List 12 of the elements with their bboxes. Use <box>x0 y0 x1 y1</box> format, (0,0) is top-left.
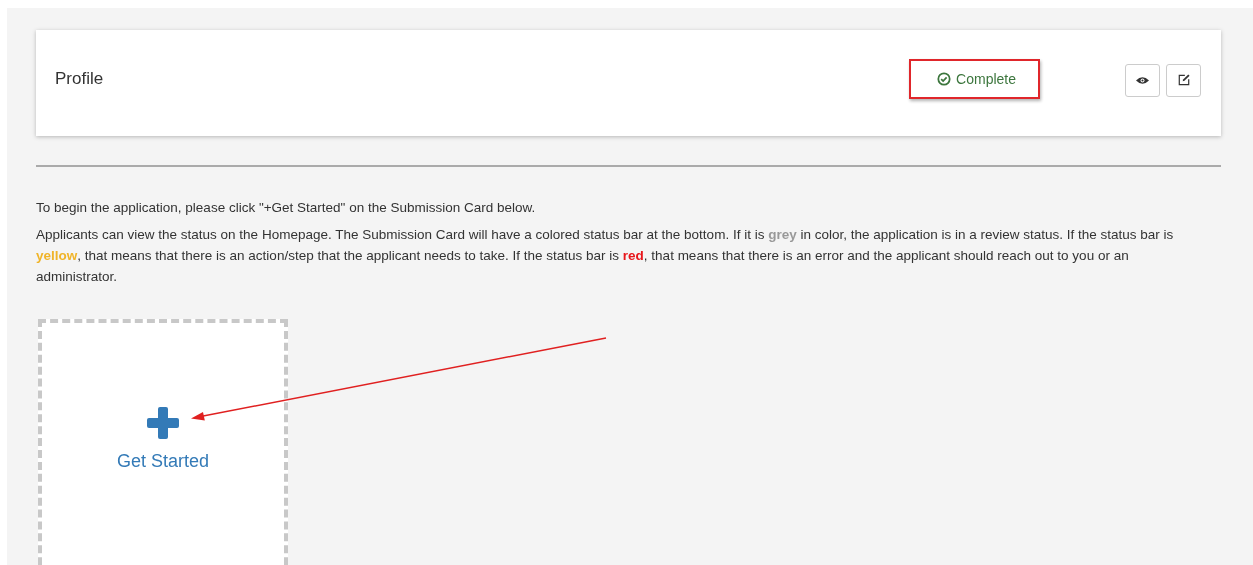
status-text: Complete <box>956 71 1016 87</box>
get-started-link[interactable]: Get Started <box>116 451 210 472</box>
edit-icon <box>1177 74 1190 86</box>
plus-icon <box>147 407 179 439</box>
submission-card[interactable]: Get Started <box>38 319 288 565</box>
profile-title: Profile <box>55 69 105 89</box>
instruction-text: To begin the application, please click "+Get Started" on the Submission Card below. <box>36 200 537 215</box>
check-circle-icon <box>937 72 952 86</box>
view-button[interactable] <box>1125 63 1160 97</box>
eye-icon <box>1136 75 1149 85</box>
status-help-text: Applicants can view the status on the Homepage. The Submission Card will have a colored status bar at the bottom. If it is grey in color, the application is in a review status. If the status bar is yellow, that means that there is an action/step that the applicant needs to take. If the status bar is red, that means that there is an error and the applicant should reach out to you or an administrator. <box>36 226 1175 286</box>
edit-button[interactable] <box>1166 63 1201 97</box>
